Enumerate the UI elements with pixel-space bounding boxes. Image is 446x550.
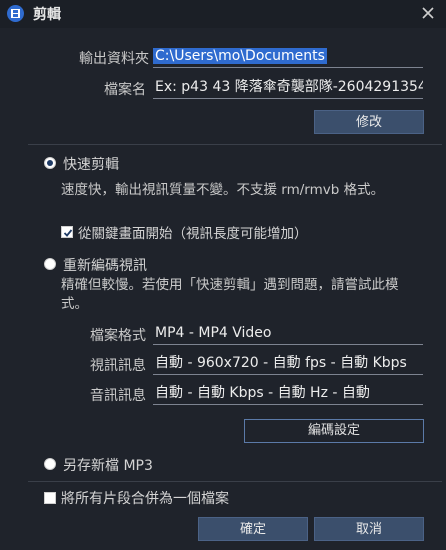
- close-icon[interactable]: [420, 5, 436, 21]
- audio-info-label: 音訊訊息: [90, 388, 146, 404]
- video-info-value: 自動 - 960x720 - 自動 fps - 自動 Kbps: [155, 355, 407, 371]
- output-folder-field[interactable]: C:\Users\mo\Documents: [153, 46, 423, 68]
- modify-button[interactable]: 修改: [314, 110, 424, 134]
- window-title: 剪輯: [33, 7, 61, 23]
- merge-label: 將所有片段合併為一個檔案: [61, 491, 229, 507]
- title-bar: 剪輯: [0, 0, 446, 28]
- encode-settings-button[interactable]: 編碼設定: [244, 419, 424, 443]
- reencode-radio[interactable]: [44, 258, 56, 270]
- divider-bottom: [28, 481, 442, 482]
- fast-cut-description: 速度快，輸出視訊質量不變。不支援 rm/rmvb 格式。: [61, 182, 385, 198]
- video-info-field[interactable]: 自動 - 960x720 - 自動 fps - 自動 Kbps: [153, 353, 423, 375]
- reencode-label: 重新編碼視訊: [63, 258, 147, 274]
- filename-value: Ex: p43 43 降落傘奇襲部隊-26042913540: [155, 79, 423, 95]
- save-mp3-label: 另存新檔 MP3: [63, 458, 153, 474]
- format-select[interactable]: MP4 - MP4 Video: [153, 323, 423, 345]
- filename-input[interactable]: Ex: p43 43 降落傘奇襲部隊-26042913540: [153, 77, 423, 99]
- format-value: MP4 - MP4 Video: [155, 325, 272, 341]
- merge-checkbox[interactable]: [44, 492, 56, 504]
- keyframe-checkbox[interactable]: [61, 226, 73, 238]
- output-folder-label: 輸出資料夾: [79, 51, 149, 67]
- ok-button[interactable]: 確定: [198, 517, 308, 541]
- cancel-button[interactable]: 取消: [314, 517, 424, 541]
- audio-info-value: 自動 - 自動 Kbps - 自動 Hz - 自動: [155, 385, 370, 401]
- output-folder-value: C:\Users\mo\Documents: [153, 48, 327, 64]
- cut-dialog: 剪輯 輸出資料夾 C:\Users\mo\Documents 檔案名 Ex: p…: [0, 0, 446, 550]
- save-mp3-radio[interactable]: [44, 458, 56, 470]
- filename-label: 檔案名: [104, 82, 146, 98]
- film-icon: [7, 5, 24, 22]
- fast-cut-radio[interactable]: [44, 157, 56, 169]
- fast-cut-label: 快速剪輯: [63, 157, 119, 173]
- video-info-label: 視訊訊息: [90, 358, 146, 374]
- audio-info-field[interactable]: 自動 - 自動 Kbps - 自動 Hz - 自動: [153, 383, 423, 405]
- format-label: 檔案格式: [90, 328, 146, 344]
- reencode-description: 精確但較慢。若使用「快速剪輯」遇到問題，請嘗試此模式。: [61, 277, 399, 312]
- divider-top: [28, 144, 442, 145]
- keyframe-label: 從關鍵畫面開始（視訊長度可能增加）: [78, 226, 308, 242]
